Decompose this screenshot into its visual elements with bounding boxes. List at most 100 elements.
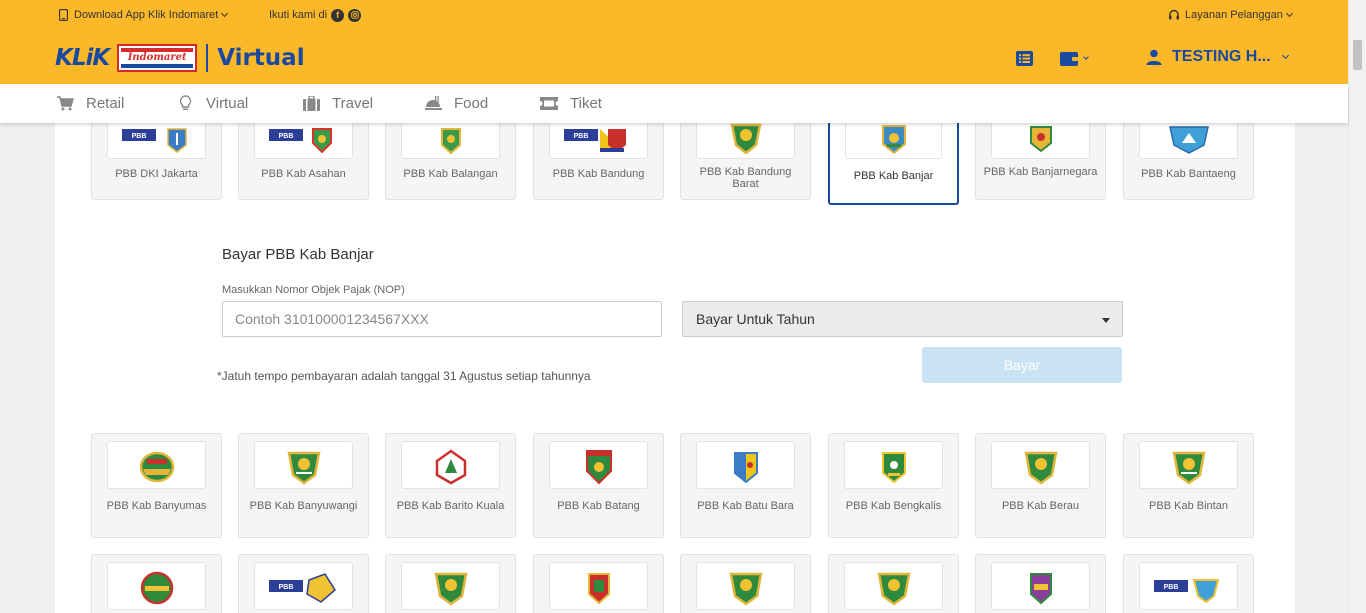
biller-logo bbox=[844, 562, 943, 610]
list-icon[interactable] bbox=[1016, 49, 1033, 67]
tab-label: Food bbox=[454, 95, 489, 112]
luggage-icon bbox=[302, 95, 320, 113]
logo-text: PBB bbox=[131, 133, 146, 140]
tab-label: Tiket bbox=[570, 95, 602, 112]
biller-logo bbox=[401, 562, 500, 610]
biller-name: PBB Kab Balangan bbox=[403, 168, 498, 180]
biller-name: PBB Kab Bengkalis bbox=[845, 500, 942, 512]
logo[interactable]: KLiK Indomaret Virtual bbox=[55, 42, 305, 74]
biller-logo bbox=[254, 441, 353, 489]
biller-logo bbox=[844, 441, 943, 489]
biller-card[interactable] bbox=[385, 554, 516, 613]
biller-logo: PBB bbox=[1139, 562, 1238, 610]
biller-card[interactable] bbox=[533, 554, 664, 613]
nop-input[interactable] bbox=[222, 301, 662, 337]
biller-card-kab-bengkalis[interactable]: PBB Kab Bengkalis bbox=[828, 433, 959, 538]
biller-logo bbox=[401, 441, 500, 489]
facebook-icon[interactable]: f bbox=[331, 8, 345, 22]
biller-name: PBB Kab Bintan bbox=[1149, 500, 1228, 512]
instagram-icon[interactable] bbox=[348, 8, 362, 22]
biller-card[interactable]: PBB bbox=[1123, 554, 1254, 613]
wallet-icon bbox=[1060, 51, 1078, 66]
biller-name: PBB Kab Banjar bbox=[853, 170, 934, 182]
tab-travel[interactable]: Travel bbox=[302, 84, 373, 123]
section-title: Virtual bbox=[217, 45, 305, 71]
biller-name: PBB Kab Bantaeng bbox=[1141, 168, 1236, 180]
biller-logo bbox=[107, 562, 206, 610]
social-links: Ikuti kami di f bbox=[269, 0, 362, 30]
cart-icon bbox=[56, 95, 74, 113]
nop-label: Masukkan Nomor Objek Pajak (NOP) bbox=[222, 284, 405, 296]
food-icon bbox=[424, 95, 442, 113]
logo-divider bbox=[206, 44, 209, 72]
biller-card[interactable] bbox=[680, 554, 811, 613]
scrollbar-thumb[interactable] bbox=[1353, 40, 1362, 70]
follow-us-label: Ikuti kami di bbox=[269, 9, 328, 21]
headset-icon bbox=[1168, 9, 1180, 21]
biller-logo bbox=[696, 562, 795, 610]
biller-card-kab-banyuwangi[interactable]: PBB Kab Banyuwangi bbox=[238, 433, 369, 538]
biller-logo bbox=[1139, 441, 1238, 489]
lightbulb-icon bbox=[176, 95, 194, 113]
pay-button[interactable]: Bayar bbox=[922, 347, 1122, 383]
biller-name: PBB Kab Bandung bbox=[552, 168, 645, 180]
ticket-icon bbox=[540, 95, 558, 113]
biller-card-kab-batu-bara[interactable]: PBB Kab Batu Bara bbox=[680, 433, 811, 538]
biller-name: PBB Kab Batang bbox=[557, 500, 640, 512]
biller-name: PBB Kab Berau bbox=[1001, 500, 1080, 512]
tab-tiket[interactable]: Tiket bbox=[540, 84, 602, 123]
category-nav: Retail Virtual Travel Food Tiket bbox=[0, 84, 1348, 123]
biller-name: PBB DKI Jakarta bbox=[115, 168, 198, 180]
tab-label: Travel bbox=[332, 95, 374, 112]
biller-logo bbox=[991, 441, 1090, 489]
year-select[interactable]: Bayar Untuk Tahun bbox=[682, 301, 1123, 337]
logo-text: PBB bbox=[278, 133, 293, 140]
tab-retail[interactable]: Retail bbox=[56, 84, 124, 123]
chevron-down-icon bbox=[1281, 51, 1289, 60]
chevron-down-icon bbox=[221, 9, 229, 18]
biller-card[interactable] bbox=[828, 554, 959, 613]
klik-logo-text: KLiK bbox=[55, 45, 110, 71]
logo-text: PBB bbox=[278, 584, 293, 591]
due-date-note: *Jatuh tempo pembayaran adalah tanggal 3… bbox=[217, 369, 591, 383]
customer-service-label: Layanan Pelanggan bbox=[1185, 9, 1283, 21]
biller-name: PBB Kab Asahan bbox=[261, 168, 346, 180]
indomaret-logo: Indomaret bbox=[117, 44, 198, 72]
wallet-menu[interactable] bbox=[1060, 49, 1089, 67]
biller-name: PBB Kab Batu Bara bbox=[697, 500, 794, 512]
dropdown-arrow-icon bbox=[1102, 318, 1110, 323]
biller-card[interactable] bbox=[91, 554, 222, 613]
biller-card-kab-banyumas[interactable]: PBB Kab Banyumas bbox=[91, 433, 222, 538]
biller-name: PBB Kab Barito Kuala bbox=[396, 500, 505, 512]
logo-text: PBB bbox=[1163, 584, 1178, 591]
chevron-down-icon bbox=[1083, 53, 1089, 60]
user-menu[interactable]: TESTING H... bbox=[1146, 48, 1289, 66]
biller-name: PBB Kab Bandung Barat bbox=[699, 166, 792, 190]
biller-logo bbox=[107, 441, 206, 489]
tab-food[interactable]: Food bbox=[424, 84, 488, 123]
biller-logo: PBB bbox=[254, 562, 353, 610]
biller-logo bbox=[549, 441, 648, 489]
biller-card-kab-batang[interactable]: PBB Kab Batang bbox=[533, 433, 664, 538]
phone-icon bbox=[57, 9, 69, 21]
customer-service-link[interactable]: Layanan Pelanggan bbox=[1168, 0, 1293, 30]
biller-logo bbox=[991, 562, 1090, 610]
user-icon bbox=[1146, 49, 1162, 65]
tab-label: Retail bbox=[86, 95, 125, 112]
biller-name: PBB Kab Banyuwangi bbox=[249, 500, 358, 512]
biller-card-kab-berau[interactable]: PBB Kab Berau bbox=[975, 433, 1106, 538]
biller-logo bbox=[549, 562, 648, 610]
biller-card-kab-barito-kuala[interactable]: PBB Kab Barito Kuala bbox=[385, 433, 516, 538]
biller-logo bbox=[696, 441, 795, 489]
biller-card-kab-bintan[interactable]: PBB Kab Bintan bbox=[1123, 433, 1254, 538]
indomaret-logo-text: Indomaret bbox=[127, 52, 187, 63]
download-app-label: Download App Klik Indomaret bbox=[74, 9, 219, 21]
chevron-down-icon bbox=[1285, 9, 1293, 18]
scrollbar[interactable] bbox=[1348, 0, 1366, 613]
biller-card[interactable] bbox=[975, 554, 1106, 613]
biller-card[interactable]: PBB bbox=[238, 554, 369, 613]
tab-virtual[interactable]: Virtual bbox=[176, 84, 248, 123]
download-app-link[interactable]: Download App Klik Indomaret bbox=[57, 0, 229, 30]
tab-label: Virtual bbox=[206, 95, 249, 112]
form-title: Bayar PBB Kab Banjar bbox=[222, 246, 374, 263]
